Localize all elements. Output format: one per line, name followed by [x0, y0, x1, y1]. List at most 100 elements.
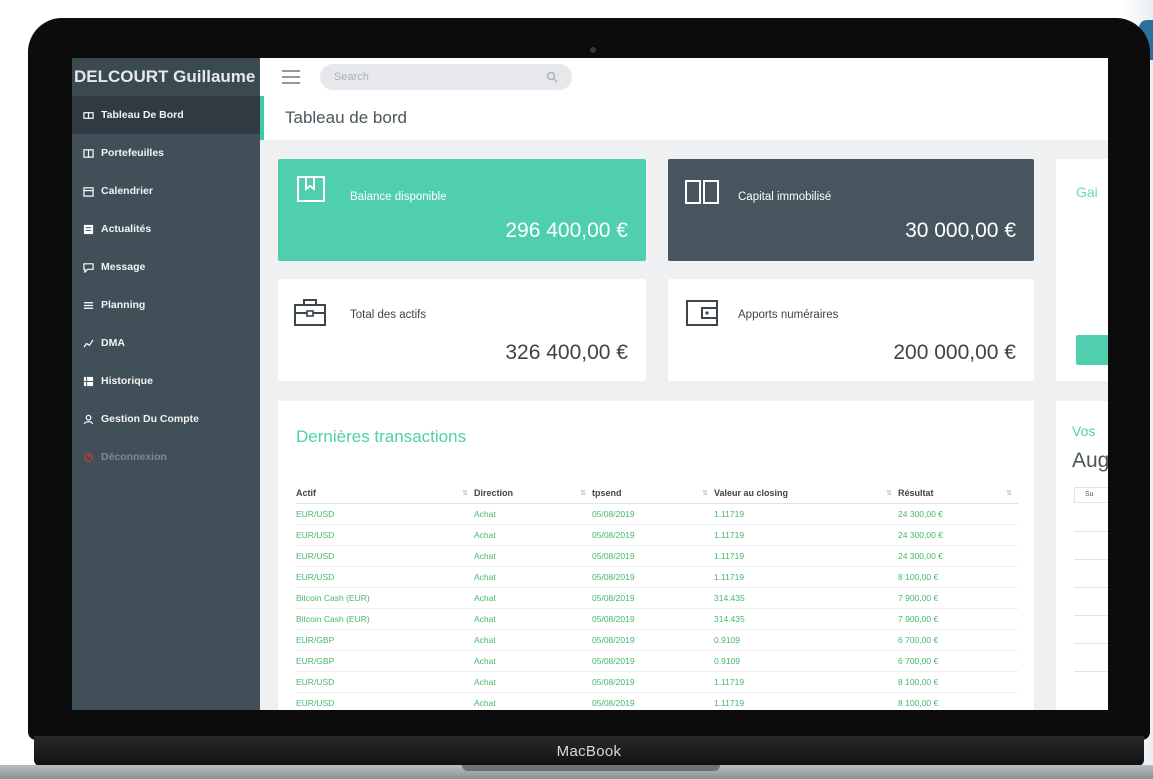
briefcase-icon: [294, 299, 326, 326]
column-header[interactable]: Résultat ⇅: [898, 483, 1018, 504]
gains-panel: Gai: [1056, 159, 1108, 381]
sidebar-item-calendrier[interactable]: Calendrier: [72, 172, 260, 210]
news-icon: [81, 222, 95, 236]
column-header[interactable]: tpsend ⇅: [592, 483, 714, 504]
transactions-table: Actif ⇅ Direction ⇅ tpsend ⇅ Valeur au closing…: [296, 483, 1018, 710]
table-row[interactable]: Bitcoin Cash (EUR) Achat 05/08/2019 314.435…: [296, 608, 1018, 630]
gains-title: Gai: [1076, 184, 1098, 200]
table-cell: 6 700,00 €: [898, 629, 1018, 651]
calendar-column-header: Su: [1074, 487, 1108, 503]
menu-toggle-icon[interactable]: [282, 70, 300, 84]
laptop-bezel: MacBook: [34, 736, 1144, 766]
column-header-label: Actif: [296, 487, 316, 498]
table-cell: Achat: [474, 587, 592, 609]
transactions-panel: Dernières transactions Actif ⇅ Direction ⇅ t…: [278, 401, 1034, 710]
table-row[interactable]: Bitcoin Cash (EUR) Achat 05/08/2019 314.435…: [296, 587, 1018, 609]
table-row[interactable]: EUR/USD Achat 05/08/2019 1.11719 24 300,00 €: [296, 545, 1018, 567]
search-icon[interactable]: [546, 71, 558, 83]
sort-icon[interactable]: ⇅: [886, 489, 892, 497]
table-cell: Achat: [474, 545, 592, 567]
table-cell: 0.9109: [714, 650, 898, 672]
sidebar-item-planning[interactable]: Planning: [72, 286, 260, 324]
gains-button[interactable]: [1076, 335, 1108, 365]
table-cell: Achat: [474, 629, 592, 651]
table-cell: Achat: [474, 650, 592, 672]
transactions-title: Dernières transactions: [296, 427, 467, 446]
sidebar-item-message[interactable]: Message: [72, 248, 260, 286]
power-icon: [81, 450, 95, 464]
total-assets-card[interactable]: Total des actifs 326 400,00 €: [278, 279, 646, 381]
total-assets-amount: 326 400,00 €: [505, 341, 628, 364]
laptop-base: [0, 765, 1153, 779]
sidebar-item-portefeuilles[interactable]: Portefeuilles: [72, 134, 260, 172]
sort-icon[interactable]: ⇅: [1006, 489, 1012, 497]
column-header-label: Valeur au closing: [714, 487, 789, 498]
app-screen: DELCOURT Guillaume Tableau De Bord Portef…: [72, 58, 1108, 710]
table-cell: EUR/USD: [296, 671, 474, 693]
table-row[interactable]: EUR/USD Achat 05/08/2019 1.11719 8 100,00 €: [296, 566, 1018, 588]
column-header[interactable]: Direction ⇅: [474, 483, 592, 504]
main-content: Tableau de bord Balance disponible 296 4…: [260, 96, 1108, 710]
table-cell: EUR/USD: [296, 692, 474, 710]
table-cell: 05/08/2019: [592, 629, 714, 651]
planning-icon: [81, 298, 95, 312]
table-cell: 1.11719: [714, 671, 898, 693]
table-row[interactable]: EUR/GBP Achat 05/08/2019 0.9109 6 700,00 €: [296, 629, 1018, 651]
wallet-icon: [686, 300, 718, 326]
table-row[interactable]: EUR/USD Achat 05/08/2019 1.11719 8 100,00 €: [296, 692, 1018, 710]
column-header[interactable]: Valeur au closing ⇅: [714, 483, 898, 504]
sort-icon[interactable]: ⇅: [580, 489, 586, 497]
balance-amount: 296 400,00 €: [505, 219, 628, 242]
sidebar-item-label: Historique: [101, 375, 153, 387]
table-cell: 24 300,00 €: [898, 503, 1018, 525]
sidebar-item-actualités[interactable]: Actualités: [72, 210, 260, 248]
column-header-label: tpsend: [592, 487, 622, 498]
table-cell: EUR/USD: [296, 566, 474, 588]
sidebar-item-label: Tableau De Bord: [101, 109, 184, 121]
sidebar-item-gestion-du-compte[interactable]: Gestion Du Compte: [72, 400, 260, 438]
wallet-icon: [81, 146, 95, 160]
contributions-card[interactable]: Apports numéraires 200 000,00 €: [668, 279, 1034, 381]
search-input[interactable]: Search: [320, 64, 572, 90]
sort-icon[interactable]: ⇅: [702, 489, 708, 497]
sort-icon[interactable]: ⇅: [462, 489, 468, 497]
laptop-notch: [462, 765, 720, 771]
table-cell: EUR/USD: [296, 503, 474, 525]
sidebar-item-historique[interactable]: Historique: [72, 362, 260, 400]
balance-card[interactable]: Balance disponible 296 400,00 €: [278, 159, 646, 261]
table-row[interactable]: EUR/USD Achat 05/08/2019 1.11719 8 100,00 €: [296, 671, 1018, 693]
capital-card[interactable]: Capital immobilisé 30 000,00 €: [668, 159, 1034, 261]
table-cell: 05/08/2019: [592, 545, 714, 567]
table-cell: 7 900,00 €: [898, 587, 1018, 609]
table-cell: 314.435: [714, 587, 898, 609]
column-header[interactable]: Actif ⇅: [296, 483, 474, 504]
table-cell: Achat: [474, 566, 592, 588]
chart-icon: [81, 336, 95, 350]
table-cell: 8 100,00 €: [898, 671, 1018, 693]
sidebar-item-dma[interactable]: DMA: [72, 324, 260, 362]
sidebar-item-déconnexion[interactable]: Déconnexion: [72, 438, 260, 476]
sidebar-item-tableau-de-bord[interactable]: Tableau De Bord: [72, 96, 260, 134]
calendar-row-line: [1074, 559, 1108, 560]
table-cell: EUR/USD: [296, 545, 474, 567]
table-cell: 05/08/2019: [592, 524, 714, 546]
table-row[interactable]: EUR/USD Achat 05/08/2019 1.11719 24 300,00 €: [296, 503, 1018, 525]
table-cell: Achat: [474, 692, 592, 710]
sidebar-item-label: Portefeuilles: [101, 147, 165, 159]
table-body: EUR/USD Achat 05/08/2019 1.11719 24 300,00 €…: [296, 503, 1018, 710]
calendar-row-line: [1074, 587, 1108, 588]
table-cell: 0.9109: [714, 629, 898, 651]
calendar-icon: [81, 184, 95, 198]
table-cell: EUR/USD: [296, 524, 474, 546]
table-cell: 6 700,00 €: [898, 650, 1018, 672]
table-cell: EUR/GBP: [296, 629, 474, 651]
table-cell: 7 900,00 €: [898, 608, 1018, 630]
table-cell: 1.11719: [714, 524, 898, 546]
calendar-row-line: [1074, 615, 1108, 616]
table-cell: Achat: [474, 671, 592, 693]
calendar-month: Aug: [1072, 449, 1108, 472]
table-row[interactable]: EUR/GBP Achat 05/08/2019 0.9109 6 700,00 €: [296, 650, 1018, 672]
table-cell: 1.11719: [714, 692, 898, 710]
table-row[interactable]: EUR/USD Achat 05/08/2019 1.11719 24 300,00 €: [296, 524, 1018, 546]
table-cell: 05/08/2019: [592, 503, 714, 525]
